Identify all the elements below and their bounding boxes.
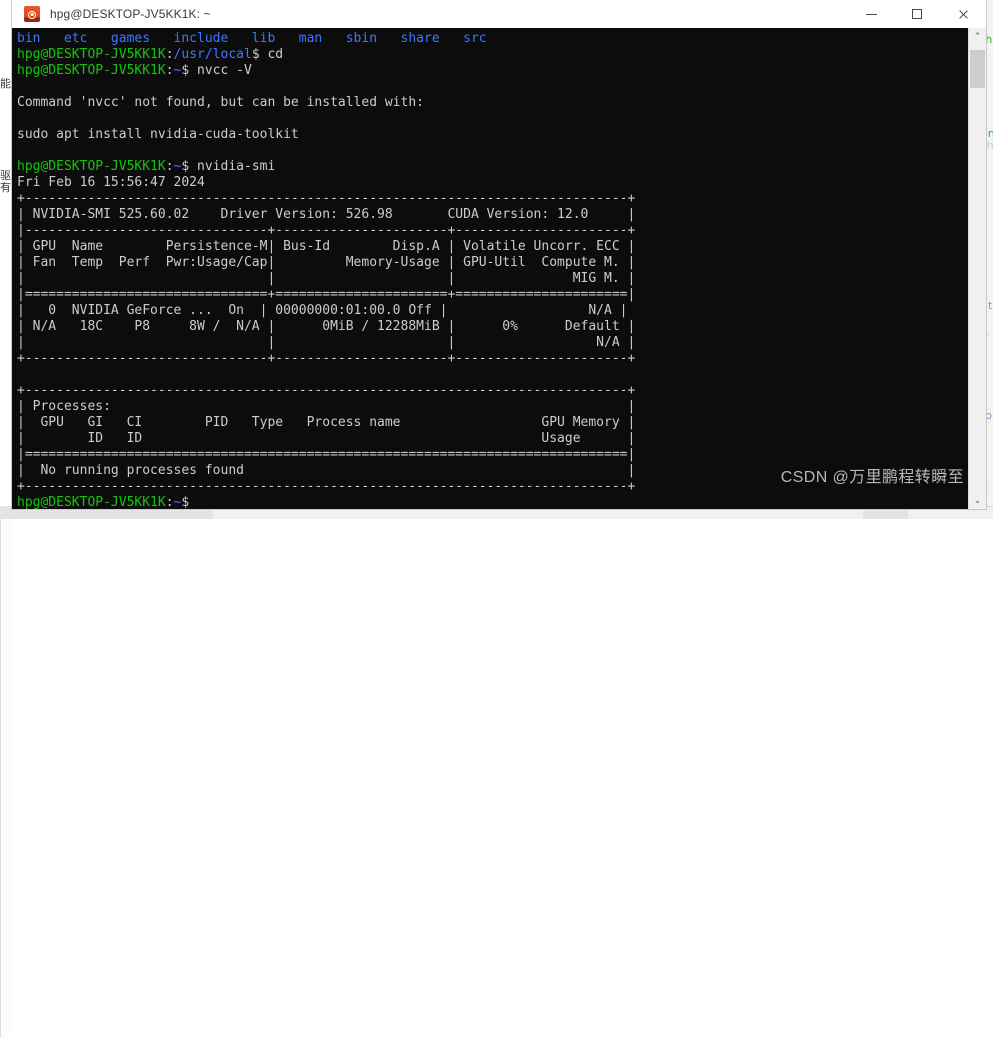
terminal-segment: | | | MIG M. | (17, 271, 636, 286)
terminal-segment: | NVIDIA-SMI 525.60.02 Driver Version: 5… (17, 207, 636, 222)
terminal-segment: $ nvidia-smi (181, 159, 276, 174)
terminal-line: | NVIDIA-SMI 525.60.02 Driver Version: 5… (17, 207, 968, 223)
terminal-segment: | GPU GI CI PID Type Process name GPU Me… (17, 415, 636, 430)
close-button[interactable] (940, 0, 986, 28)
terminal-line: |===============================+=======… (17, 287, 968, 303)
terminal-segment: $ nvcc -V (181, 63, 252, 78)
terminal-segment: |-------------------------------+-------… (17, 223, 636, 238)
scroll-up-icon[interactable]: ⌃ (969, 28, 986, 45)
terminal-line: +---------------------------------------… (17, 383, 968, 399)
terminal-line: Command 'nvcc' not found, but can be ins… (17, 95, 968, 111)
terminal-segment: +-------------------------------+-------… (17, 351, 636, 366)
terminal-segment: | No running processes found | (17, 463, 636, 478)
terminal-segment: | N/A 18C P8 8W / N/A | 0MiB / 12288MiB … (17, 319, 636, 334)
terminal-line: |=======================================… (17, 447, 968, 463)
terminal-segment: /usr/local (173, 47, 252, 62)
maximize-button[interactable] (894, 0, 940, 28)
terminal-segment: | | | N/A | (17, 335, 636, 350)
terminal-segment: : (165, 495, 174, 509)
background-window-right[interactable]: th en sh c nt 0 ro p (0, 34, 993, 1038)
window-controls[interactable] (848, 0, 986, 28)
terminal-line: hpg@DESKTOP-JV5KK1K:~$ (17, 495, 968, 509)
terminal-segment: : (165, 47, 174, 62)
window-titlebar[interactable]: hpg@DESKTOP-JV5KK1K: ~ (12, 0, 986, 29)
terminal-scrollbar[interactable]: ⌃ ⌄ (968, 28, 986, 509)
terminal-line: | | | MIG M. | (17, 271, 968, 287)
terminal-line: | 0 NVIDIA GeForce ... On | 00000000:01:… (17, 303, 968, 319)
terminal-line: |-------------------------------+-------… (17, 223, 968, 239)
minimize-button[interactable] (848, 0, 894, 28)
terminal-segment: Command 'nvcc' not found, but can be ins… (17, 95, 424, 110)
background-text-left: 驱 (0, 170, 11, 182)
terminal-segment: +---------------------------------------… (17, 383, 636, 398)
terminal-line: +---------------------------------------… (17, 479, 968, 495)
terminal-segment: | Fan Temp Perf Pwr:Usage/Cap| Memory-Us… (17, 255, 636, 270)
terminal-line: | No running processes found | (17, 463, 968, 479)
terminal-segment: : (165, 63, 174, 78)
terminal-segment: +---------------------------------------… (17, 479, 636, 494)
terminal-line: | | | N/A | (17, 335, 968, 351)
terminal-line: hpg@DESKTOP-JV5KK1K:/usr/local$ cd (17, 47, 968, 63)
minimize-icon (865, 13, 877, 15)
terminal-segment: | 0 NVIDIA GeForce ... On | 00000000:01:… (17, 303, 628, 318)
scroll-down-icon[interactable]: ⌄ (969, 492, 986, 509)
terminal-segment: |=======================================… (17, 447, 636, 462)
terminal-line: | N/A 18C P8 8W / N/A | 0MiB / 12288MiB … (17, 319, 968, 335)
terminal-line: | ID ID Usage | (17, 431, 968, 447)
terminal-line: sudo apt install nvidia-cuda-toolkit (17, 127, 968, 143)
terminal-segment: bin etc games include lib man sbin share… (17, 31, 487, 46)
terminal-segment: hpg@DESKTOP-JV5KK1K (17, 159, 166, 174)
terminal-segment: sudo apt install nvidia-cuda-toolkit (17, 127, 299, 142)
terminal-segment: | GPU Name Persistence-M| Bus-Id Disp.A … (17, 239, 636, 254)
terminal-segment: | ID ID Usage | (17, 431, 636, 446)
terminal-line: | Fan Temp Perf Pwr:Usage/Cap| Memory-Us… (17, 255, 968, 271)
terminal-segment: hpg@DESKTOP-JV5KK1K (17, 47, 166, 62)
terminal-line: | GPU GI CI PID Type Process name GPU Me… (17, 415, 968, 431)
terminal-segment: Fri Feb 16 15:56:47 2024 (17, 175, 205, 190)
terminal-segment: : (165, 159, 174, 174)
terminal-line: bin etc games include lib man sbin share… (17, 31, 968, 47)
terminal-line: +---------------------------------------… (17, 191, 968, 207)
terminal-segment: $ (181, 495, 198, 509)
terminal-segment: | Processes: | (17, 399, 636, 414)
close-icon (958, 9, 969, 20)
scrollbar-thumb[interactable] (970, 50, 985, 88)
terminal-line: | GPU Name Persistence-M| Bus-Id Disp.A … (17, 239, 968, 255)
terminal-line: +-------------------------------+-------… (17, 351, 968, 367)
terminal-output[interactable]: bin etc games include lib man sbin share… (12, 28, 968, 509)
background-text-left: 能 (0, 78, 11, 90)
maximize-icon (912, 9, 922, 19)
terminal-line: Fri Feb 16 15:56:47 2024 (17, 175, 968, 191)
terminal-line: | Processes: | (17, 399, 968, 415)
terminal-line: hpg@DESKTOP-JV5KK1K:~$ nvcc -V (17, 63, 968, 79)
window-title: hpg@DESKTOP-JV5KK1K: ~ (50, 7, 211, 21)
terminal-window[interactable]: hpg@DESKTOP-JV5KK1K: ~ bin etc games inc… (12, 0, 986, 509)
ubuntu-icon (24, 6, 40, 22)
terminal-segment: |===============================+=======… (17, 287, 636, 302)
terminal-segment: +---------------------------------------… (17, 191, 636, 206)
terminal-segment: hpg@DESKTOP-JV5KK1K (17, 495, 166, 509)
terminal-segment: $ cd (251, 47, 284, 62)
terminal-line: hpg@DESKTOP-JV5KK1K:~$ nvidia-smi (17, 159, 968, 175)
terminal-segment: hpg@DESKTOP-JV5KK1K (17, 63, 166, 78)
background-text-left: 有 (0, 182, 11, 194)
